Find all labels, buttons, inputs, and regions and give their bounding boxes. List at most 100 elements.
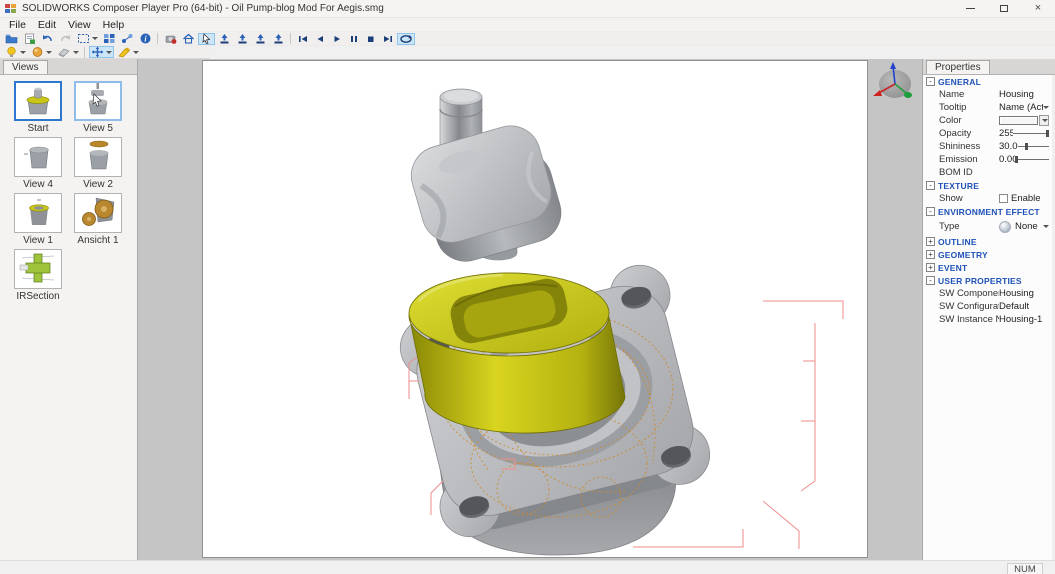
- expander-icon[interactable]: +: [926, 250, 935, 259]
- section-texture[interactable]: -TEXTURE: [923, 179, 1052, 192]
- model-outer-rotor[interactable]: [409, 273, 625, 433]
- color-dropdown-button[interactable]: [1039, 115, 1049, 126]
- view-thumbnail[interactable]: [74, 193, 122, 233]
- dropdown-arrow-icon[interactable]: [92, 37, 98, 40]
- view-thumb-irsection[interactable]: IRSection: [8, 249, 68, 302]
- prop-dropdown-value[interactable]: Name (Actor Nam: [999, 102, 1043, 113]
- redline-tool-button[interactable]: [115, 46, 141, 58]
- dropdown-arrow-icon[interactable]: [46, 51, 52, 54]
- go-to-end-button[interactable]: [380, 33, 396, 45]
- app-icon: [5, 4, 17, 14]
- view-thumb-view-1[interactable]: View 1: [8, 193, 68, 246]
- expander-icon[interactable]: +: [926, 237, 935, 246]
- move-tool-button[interactable]: [89, 46, 114, 58]
- dropdown-arrow-icon[interactable]: [20, 51, 26, 54]
- open-file-button[interactable]: [3, 33, 20, 45]
- section-general[interactable]: -GENERAL: [923, 75, 1052, 88]
- link-views-button[interactable]: [119, 33, 136, 45]
- marker-tool-1-button[interactable]: [216, 33, 233, 45]
- prop-value[interactable]: Name (Actor Nam: [999, 102, 1049, 113]
- maximize-restore-button[interactable]: [987, 0, 1021, 17]
- dropdown-arrow-icon[interactable]: [1043, 106, 1049, 109]
- selection-mode-button[interactable]: [75, 33, 100, 45]
- minimize-button[interactable]: [953, 0, 987, 17]
- step-back-button[interactable]: [312, 33, 328, 45]
- tab-views[interactable]: Views: [3, 60, 48, 74]
- view-thumbnail[interactable]: [14, 193, 62, 233]
- play-button[interactable]: [329, 33, 345, 45]
- slider-handle[interactable]: [1025, 143, 1028, 150]
- marker-tool-4-button[interactable]: [270, 33, 287, 45]
- checkbox-icon[interactable]: [999, 194, 1008, 203]
- environment-sphere-icon: [999, 221, 1011, 233]
- view-thumbnail[interactable]: [14, 81, 62, 121]
- export-document-button[interactable]: [21, 33, 38, 45]
- slider-handle[interactable]: [1015, 156, 1018, 163]
- paper-mode-button[interactable]: [55, 46, 81, 58]
- prop-label: SW Instance Na...: [939, 314, 999, 325]
- home-view-button[interactable]: [180, 33, 197, 45]
- model-inner-rotor[interactable]: [404, 118, 568, 271]
- view-thumbnail[interactable]: [14, 137, 62, 177]
- marker-icon: [254, 33, 267, 44]
- info-button[interactable]: i: [137, 33, 154, 45]
- prop-value[interactable]: [999, 115, 1049, 126]
- dropdown-arrow-icon[interactable]: [106, 51, 112, 54]
- fit-all-button[interactable]: [101, 33, 118, 45]
- view-thumbnail[interactable]: [74, 81, 122, 121]
- go-to-start-button[interactable]: [295, 33, 311, 45]
- section-event[interactable]: +EVENT: [923, 261, 1052, 274]
- render-mode-button[interactable]: [29, 46, 54, 58]
- view-thumb-view-2[interactable]: View 2: [68, 137, 128, 190]
- expander-icon[interactable]: -: [926, 77, 935, 86]
- view-thumb-view-4[interactable]: View 4: [8, 137, 68, 190]
- dropdown-arrow-icon[interactable]: [73, 51, 79, 54]
- slider-control[interactable]: [1015, 155, 1049, 164]
- marker-tool-3-button[interactable]: [252, 33, 269, 45]
- menu-help[interactable]: Help: [97, 18, 131, 31]
- dropdown-arrow-icon[interactable]: [1043, 225, 1049, 228]
- slider-handle[interactable]: [1046, 130, 1049, 137]
- section-geometry[interactable]: +GEOMETRY: [923, 248, 1052, 261]
- slider-control[interactable]: [1013, 129, 1049, 138]
- prop-value[interactable]: None: [999, 221, 1049, 233]
- section-outline[interactable]: +OUTLINE: [923, 235, 1052, 248]
- expander-icon[interactable]: +: [926, 263, 935, 272]
- dropdown-arrow-icon[interactable]: [133, 51, 139, 54]
- tab-properties[interactable]: Properties: [926, 60, 990, 74]
- view-thumb-view-5[interactable]: View 5: [68, 81, 128, 134]
- viewport-canvas[interactable]: [202, 60, 868, 558]
- slider-control[interactable]: [1018, 142, 1049, 151]
- view-thumbnail[interactable]: [14, 249, 62, 289]
- lighting-mode-button[interactable]: [3, 46, 28, 58]
- expander-icon[interactable]: -: [926, 276, 935, 285]
- select-actor-button[interactable]: [198, 33, 215, 45]
- stepback-icon: [314, 34, 326, 44]
- expander-icon[interactable]: -: [926, 181, 935, 190]
- expander-icon[interactable]: -: [926, 207, 935, 216]
- marker-tool-2-button[interactable]: [234, 33, 251, 45]
- redo-button[interactable]: [57, 33, 74, 45]
- prop-value[interactable]: 30.00: [999, 141, 1049, 152]
- stop-button[interactable]: [363, 33, 379, 45]
- section-environment-effect[interactable]: -ENVIRONMENT EFFECT: [923, 205, 1052, 218]
- close-button[interactable]: ×: [1021, 0, 1055, 17]
- section-user-properties[interactable]: -USER PROPERTIES: [923, 274, 1052, 287]
- capture-camera-button[interactable]: [162, 33, 179, 45]
- menu-view[interactable]: View: [62, 18, 97, 31]
- menu-edit[interactable]: Edit: [32, 18, 62, 31]
- prop-value[interactable]: 0.00: [999, 154, 1049, 165]
- prop-value[interactable]: 255: [999, 128, 1049, 139]
- color-swatch[interactable]: [999, 116, 1038, 125]
- menu-file[interactable]: File: [3, 18, 32, 31]
- orientation-triad[interactable]: [868, 59, 920, 111]
- prop-value[interactable]: Enable: [999, 193, 1049, 204]
- loop-playback-button[interactable]: [397, 33, 415, 45]
- view-thumb-start[interactable]: Start: [8, 81, 68, 134]
- view-thumb-ansicht-1[interactable]: Ansicht 1: [68, 193, 128, 246]
- undo-button[interactable]: [39, 33, 56, 45]
- view-thumbnail[interactable]: [74, 137, 122, 177]
- prop-dropdown-value[interactable]: None: [1015, 221, 1038, 232]
- prop-label: Color: [939, 115, 999, 126]
- pause-button[interactable]: [346, 33, 362, 45]
